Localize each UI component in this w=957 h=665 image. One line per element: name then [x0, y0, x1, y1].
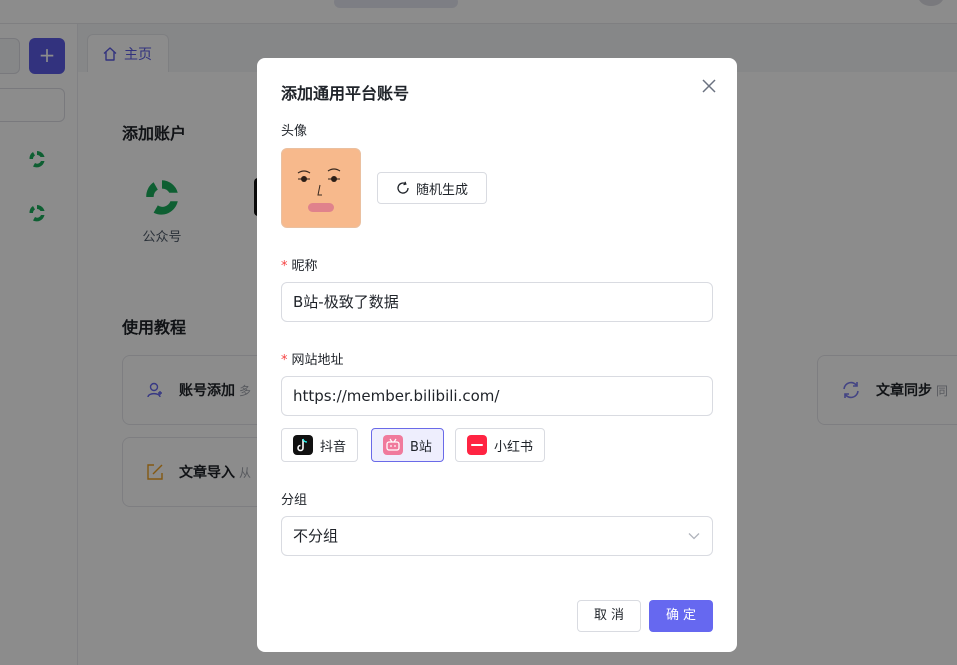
- platform-chip-xiaohongshu[interactable]: 小红书: [455, 428, 546, 462]
- group-select-value: 不分组: [293, 527, 339, 545]
- platform-chip-bilibili[interactable]: B站: [371, 428, 444, 462]
- required-mark: *: [281, 353, 288, 368]
- url-input[interactable]: https://member.bilibili.com/: [281, 376, 713, 416]
- refresh-icon: [397, 181, 409, 194]
- avatar-preview: [281, 148, 361, 228]
- group-select[interactable]: 不分组: [281, 516, 713, 556]
- random-generate-label: 随机生成: [415, 182, 468, 198]
- platform-label: B站: [410, 439, 432, 455]
- nickname-label: * 昵称: [281, 255, 318, 274]
- xiaohongshu-icon: [467, 435, 487, 455]
- nickname-label-text: 昵称: [291, 259, 318, 274]
- dialog-title: 添加通用平台账号: [281, 84, 410, 103]
- cancel-button[interactable]: 取消: [577, 600, 641, 632]
- required-mark: *: [281, 259, 288, 274]
- close-icon[interactable]: [699, 76, 719, 96]
- url-label-text: 网站地址: [291, 353, 344, 368]
- platform-chip-douyin[interactable]: 抖音: [281, 428, 359, 462]
- cartoon-face-image: [297, 168, 341, 212]
- chevron-down-icon: [688, 533, 700, 540]
- confirm-button[interactable]: 确定: [649, 600, 713, 632]
- bilibili-icon: [383, 435, 403, 455]
- add-platform-account-dialog: 添加通用平台账号 头像 随机生成 * 昵称 B站-极致了数据 * 网站地址 http…: [257, 58, 737, 652]
- avatar-label: 头像: [281, 124, 308, 139]
- platform-label: 抖音: [320, 439, 347, 455]
- group-label: 分组: [281, 493, 308, 508]
- nickname-input[interactable]: B站-极致了数据: [281, 282, 713, 322]
- platform-label: 小红书: [494, 439, 534, 455]
- douyin-icon: [293, 435, 313, 455]
- random-generate-button[interactable]: 随机生成: [377, 172, 487, 204]
- url-label: * 网站地址: [281, 349, 344, 368]
